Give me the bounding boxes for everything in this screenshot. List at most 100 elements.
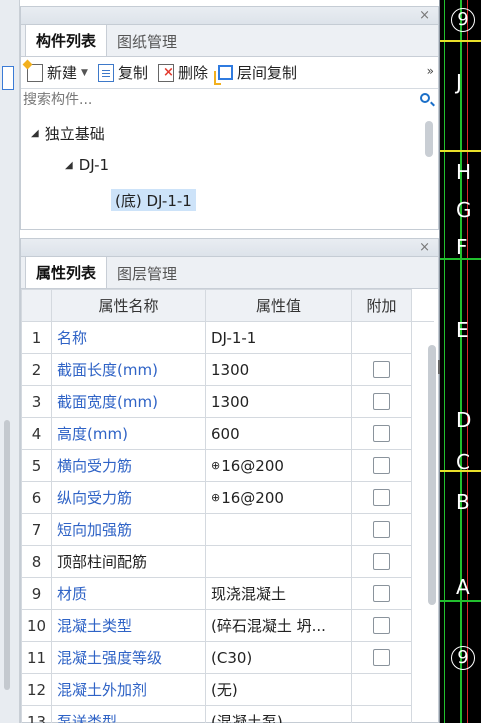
- axis-line: [444, 0, 445, 723]
- column-header-value[interactable]: 属性值: [205, 289, 352, 322]
- extra-cell: [351, 417, 412, 450]
- tree-scrollbar[interactable]: [425, 121, 433, 157]
- grid-line: [440, 600, 481, 602]
- row-index: 10: [21, 609, 52, 642]
- toolbar-overflow-icon[interactable]: »: [427, 64, 434, 78]
- table-row[interactable]: 9 材质 现浇混凝土: [21, 577, 434, 610]
- caret-down-icon[interactable]: ◢: [65, 160, 73, 171]
- property-name: 短向加强筋: [51, 513, 206, 546]
- property-value[interactable]: (碎石混凝土 坍...: [205, 609, 352, 642]
- search-icon[interactable]: [420, 93, 430, 103]
- property-value[interactable]: [205, 513, 352, 546]
- dock-scrollbar[interactable]: [4, 420, 10, 690]
- row-index: 13: [21, 705, 52, 723]
- property-value[interactable]: 1300: [205, 353, 352, 386]
- tree-node-label: 独立基础: [44, 125, 105, 143]
- property-value[interactable]: ⊕16@200: [205, 481, 352, 514]
- extra-checkbox[interactable]: [373, 553, 390, 570]
- extra-checkbox[interactable]: [373, 617, 390, 634]
- axis-label: B: [456, 490, 470, 514]
- table-row[interactable]: 11 混凝土强度等级 (C30): [21, 641, 434, 674]
- delete-button[interactable]: 删除: [157, 62, 208, 83]
- copy-button[interactable]: 复制: [97, 62, 148, 83]
- floor-copy-button[interactable]: 层间复制: [213, 62, 297, 85]
- table-row[interactable]: 10 混凝土类型 (碎石混凝土 坍...: [21, 609, 434, 642]
- property-value[interactable]: 现浇混凝土: [205, 577, 352, 610]
- table-row[interactable]: 12 混凝土外加剂 (无): [21, 673, 434, 706]
- property-scrollbar[interactable]: [428, 345, 436, 605]
- property-name: 横向受力筋: [51, 449, 206, 482]
- extra-cell: [351, 353, 412, 386]
- axis-bubble: 9: [451, 8, 475, 32]
- extra-checkbox[interactable]: [373, 585, 390, 602]
- column-header-index: [21, 289, 52, 322]
- column-header-name[interactable]: 属性名称: [51, 289, 206, 322]
- property-value[interactable]: (无): [205, 673, 352, 706]
- close-icon[interactable]: ×: [419, 239, 430, 257]
- close-icon[interactable]: ×: [419, 7, 430, 25]
- tree-node-label: DJ-1: [78, 156, 110, 174]
- table-row[interactable]: 8 顶部柱间配筋: [21, 545, 434, 578]
- property-table: 属性名称 属性值 附加 1 名称 DJ-1-1 2 截面长度(mm) 1300 3 截面宽度(…: [21, 289, 434, 723]
- search-input[interactable]: [21, 89, 438, 111]
- scroll-gutter: [412, 706, 434, 723]
- copy-label: 复制: [117, 64, 148, 82]
- tab-property-list[interactable]: 属性列表: [25, 256, 108, 288]
- row-index: 1: [21, 321, 52, 354]
- extra-checkbox[interactable]: [373, 649, 390, 666]
- rebar-grade-icon: ⊕: [211, 458, 221, 472]
- table-row[interactable]: 13 泵送类型 (混凝土泵): [21, 705, 434, 723]
- property-value[interactable]: ⊕16@200: [205, 449, 352, 482]
- scroll-gutter: [412, 674, 434, 706]
- chevron-down-icon[interactable]: ▼: [81, 68, 88, 78]
- cad-viewport[interactable]: 9 J H G F E D C B A 9: [440, 0, 481, 723]
- component-toolbar: 新建 ▼ 复制 删除 层间复制 »: [21, 57, 438, 89]
- axis-label: A: [456, 575, 470, 599]
- property-value[interactable]: (混凝土泵): [205, 705, 352, 723]
- table-row[interactable]: 4 高度(mm) 600: [21, 417, 434, 450]
- extra-checkbox[interactable]: [373, 393, 390, 410]
- new-label: 新建: [47, 64, 78, 82]
- extra-cell: [351, 673, 412, 706]
- row-index: 12: [21, 673, 52, 706]
- component-list-panel: × 构件列表 图纸管理 新建 ▼ 复制 删除 层间复制 » ◢ 独立基础: [20, 6, 439, 230]
- table-row[interactable]: 5 横向受力筋 ⊕16@200: [21, 449, 434, 482]
- table-row[interactable]: 1 名称 DJ-1-1: [21, 321, 434, 354]
- dock-toggle-button[interactable]: [2, 66, 14, 90]
- property-value[interactable]: [205, 545, 352, 578]
- column-header-extra[interactable]: 附加: [351, 289, 412, 322]
- axis-label: F: [456, 235, 468, 259]
- tab-component-list[interactable]: 构件列表: [25, 24, 108, 56]
- property-value-text: 16@200: [221, 456, 284, 475]
- delete-label: 删除: [177, 64, 208, 82]
- tab-drawing-management[interactable]: 图纸管理: [107, 26, 187, 56]
- axis-label: G: [456, 198, 472, 222]
- tree-node-dj-1[interactable]: ◢ DJ-1: [65, 156, 109, 174]
- property-value[interactable]: 600: [205, 417, 352, 450]
- extra-checkbox[interactable]: [373, 521, 390, 538]
- extra-checkbox[interactable]: [373, 489, 390, 506]
- scroll-gutter: [412, 642, 434, 674]
- table-row[interactable]: 3 截面宽度(mm) 1300: [21, 385, 434, 418]
- tree-node-dj-1-1[interactable]: (底) DJ-1-1: [111, 189, 196, 211]
- property-table-wrap: 属性名称 属性值 附加 1 名称 DJ-1-1 2 截面长度(mm) 1300 3 截面宽度(…: [21, 289, 438, 723]
- caret-down-icon[interactable]: ◢: [31, 128, 39, 139]
- delete-icon: [157, 63, 174, 82]
- table-row[interactable]: 2 截面长度(mm) 1300: [21, 353, 434, 386]
- extra-checkbox[interactable]: [373, 425, 390, 442]
- extra-checkbox[interactable]: [373, 457, 390, 474]
- property-value[interactable]: (C30): [205, 641, 352, 674]
- table-row[interactable]: 6 纵向受力筋 ⊕16@200: [21, 481, 434, 514]
- tree-node-isolated-foundation[interactable]: ◢ 独立基础: [31, 123, 105, 144]
- extra-cell: [351, 385, 412, 418]
- extra-checkbox[interactable]: [373, 361, 390, 378]
- rebar-grade-icon: ⊕: [211, 490, 221, 504]
- property-tabs: 属性列表 图层管理: [21, 256, 438, 289]
- property-value[interactable]: 1300: [205, 385, 352, 418]
- tab-layer-management[interactable]: 图层管理: [107, 258, 187, 288]
- property-value[interactable]: DJ-1-1: [205, 321, 352, 354]
- axis-bubble: 9: [451, 646, 475, 670]
- new-button[interactable]: 新建 ▼: [27, 62, 88, 83]
- table-row[interactable]: 7 短向加强筋: [21, 513, 434, 546]
- extra-cell: [351, 609, 412, 642]
